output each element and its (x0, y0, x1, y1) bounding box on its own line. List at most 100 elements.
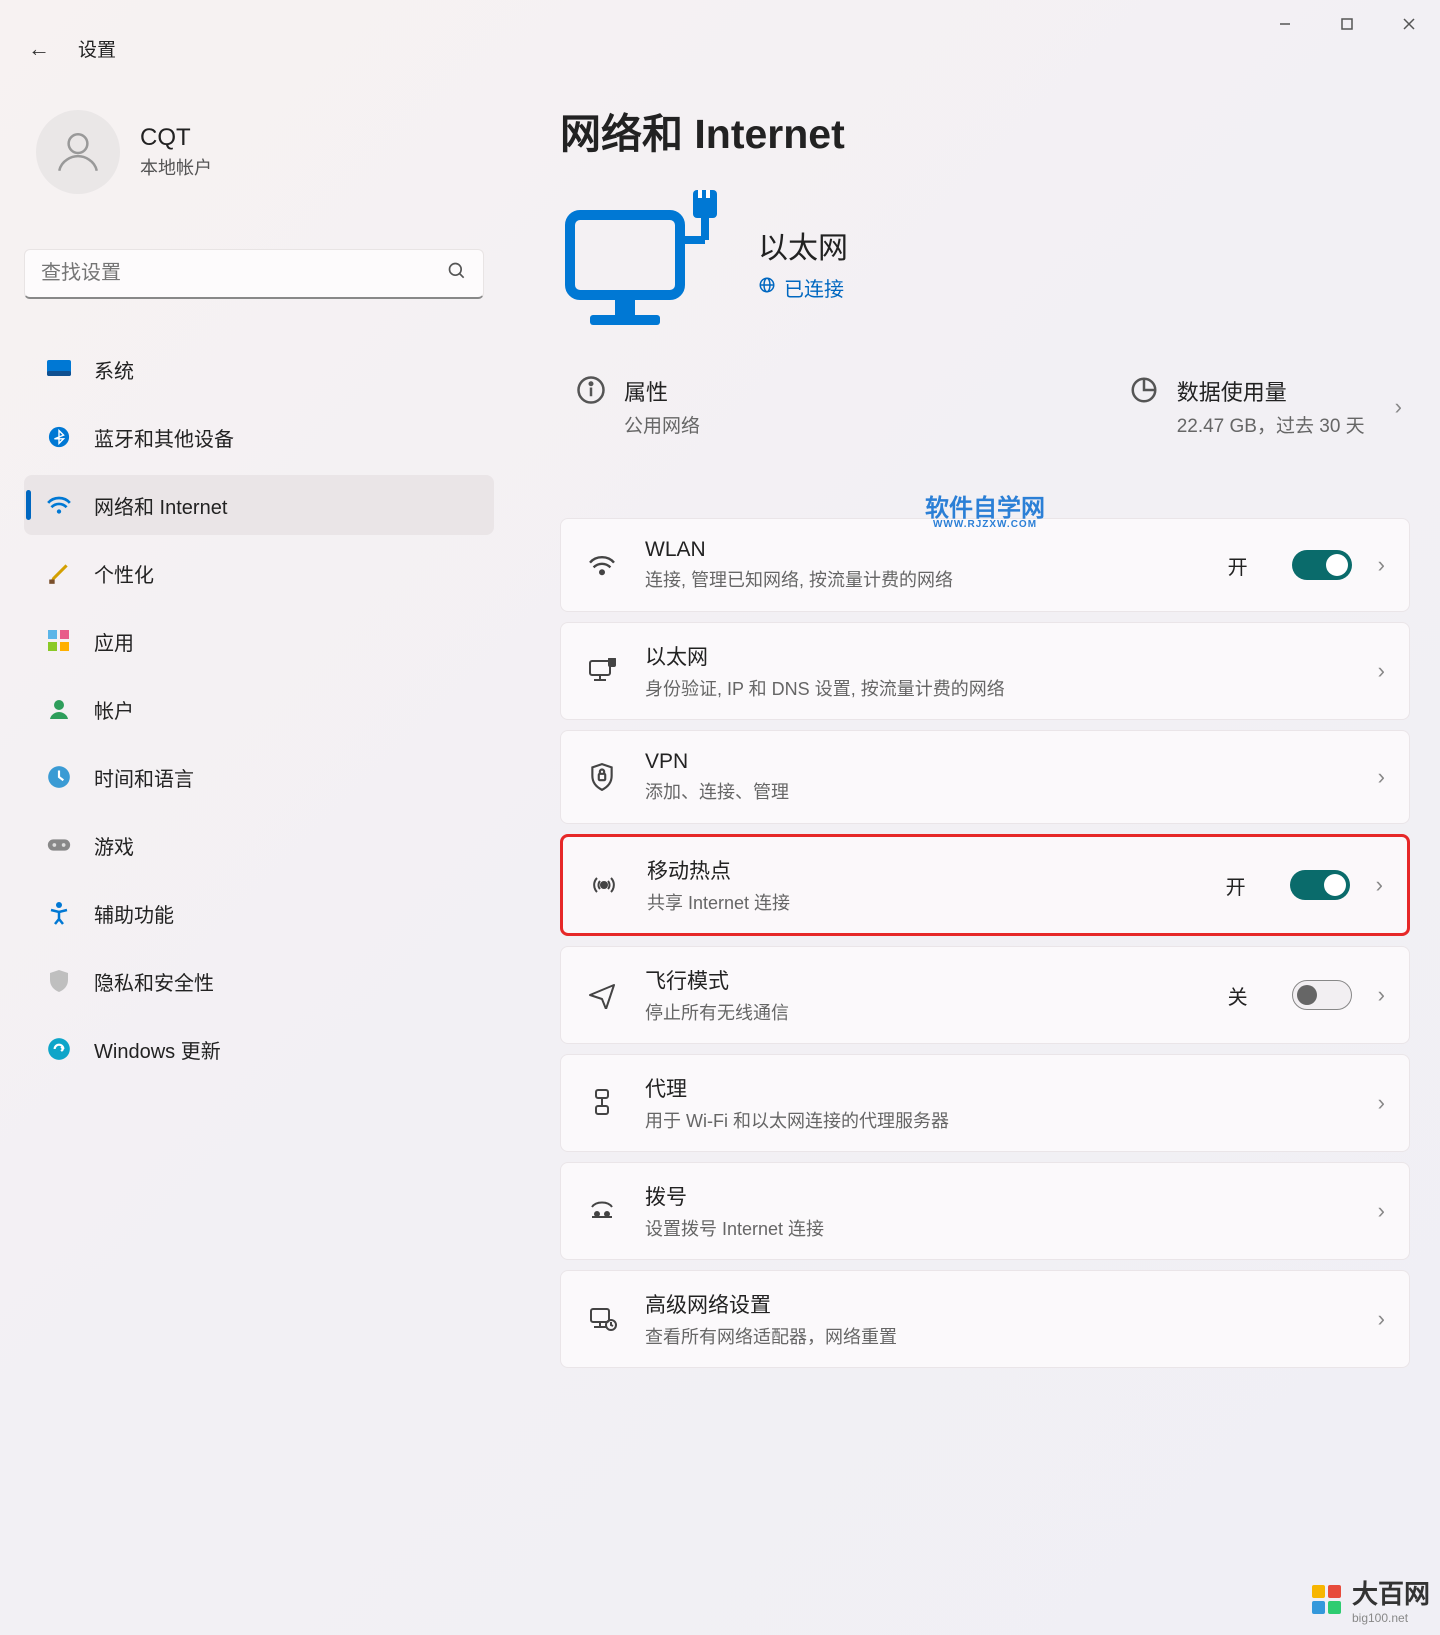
nav-system[interactable]: 系统 (24, 339, 494, 399)
avatar (36, 110, 120, 194)
chevron-right-icon: › (1378, 764, 1385, 790)
info-icon (576, 375, 606, 411)
toggle-state-label: 开 (1228, 551, 1248, 580)
watermark: 软件自学网 WWW.RJZXW.COM (560, 488, 1410, 530)
chevron-right-icon: › (1378, 1198, 1385, 1224)
advanced-network-icon (585, 1305, 619, 1333)
card-title: 以太网 (645, 641, 1352, 671)
apps-icon (46, 628, 72, 654)
wlan-toggle[interactable] (1292, 550, 1352, 580)
pie-icon (1129, 375, 1159, 411)
nav-label: 隐私和安全性 (94, 967, 214, 996)
minimize-button[interactable] (1254, 0, 1316, 48)
usage-title: 数据使用量 (1177, 375, 1365, 407)
search-box[interactable] (24, 249, 484, 299)
update-icon (46, 1036, 72, 1062)
card-title: WLAN (645, 538, 1202, 562)
search-icon (447, 261, 467, 287)
shield-icon (46, 968, 72, 994)
chevron-right-icon: › (1378, 658, 1385, 684)
card-sub: 共享 Internet 连接 (647, 889, 1200, 915)
chevron-right-icon: › (1378, 552, 1385, 578)
sidebar: CQT 本地帐户 系统 蓝牙和其他设备 网络和 Internet 个性化 应用 … (24, 110, 494, 1087)
nav-label: Windows 更新 (94, 1035, 221, 1064)
back-button[interactable]: ← (28, 36, 50, 62)
nav-time-language[interactable]: 时间和语言 (24, 747, 494, 807)
user-name: CQT (140, 124, 212, 152)
nav-accessibility[interactable]: 辅助功能 (24, 883, 494, 943)
system-icon (46, 356, 72, 382)
card-sub: 连接, 管理已知网络, 按流量计费的网络 (645, 566, 1202, 592)
user-block[interactable]: CQT 本地帐户 (24, 110, 494, 194)
vpn-shield-icon (585, 762, 619, 792)
accessibility-icon (46, 900, 72, 926)
main-content: 网络和 Internet 以太网 已连接 (560, 100, 1410, 1378)
properties-row: 属性 公用网络 数据使用量 22.47 GB，过去 30 天 › (560, 375, 1410, 438)
brand-icon (1310, 1583, 1344, 1617)
card-title: VPN (645, 750, 1352, 774)
nav-accounts[interactable]: 帐户 (24, 679, 494, 739)
bluetooth-icon (46, 424, 72, 450)
chevron-right-icon: › (1395, 394, 1402, 420)
ethernet-icon (585, 658, 619, 684)
card-dialup[interactable]: 拨号 设置拨号 Internet 连接 › (560, 1162, 1410, 1260)
card-hotspot[interactable]: 移动热点 共享 Internet 连接 开 › (560, 834, 1410, 936)
card-sub: 设置拨号 Internet 连接 (645, 1215, 1352, 1241)
nav-network[interactable]: 网络和 Internet (24, 475, 494, 535)
brand-name: 大百网 (1352, 1579, 1430, 1609)
card-advanced[interactable]: 高级网络设置 查看所有网络适配器，网络重置 › (560, 1270, 1410, 1368)
connection-status: 以太网 已连接 (560, 190, 1410, 335)
nav-label: 系统 (94, 355, 134, 384)
chevron-right-icon: › (1378, 1306, 1385, 1332)
page-title: 网络和 Internet (560, 100, 1410, 160)
wifi-icon (585, 553, 619, 577)
nav-label: 辅助功能 (94, 899, 174, 928)
nav-windows-update[interactable]: Windows 更新 (24, 1019, 494, 1079)
nav-apps[interactable]: 应用 (24, 611, 494, 671)
nav-label: 应用 (94, 627, 134, 656)
card-title: 代理 (645, 1073, 1352, 1103)
card-vpn[interactable]: VPN 添加、连接、管理 › (560, 730, 1410, 824)
card-title: 高级网络设置 (645, 1289, 1352, 1319)
footer-brand: 大百网 big100.net (1310, 1574, 1430, 1625)
nav-personalization[interactable]: 个性化 (24, 543, 494, 603)
usage-sub: 22.47 GB，过去 30 天 (1177, 411, 1365, 438)
card-title: 飞行模式 (645, 965, 1202, 995)
time-icon (46, 764, 72, 790)
globe-icon (758, 276, 776, 300)
nav-bluetooth[interactable]: 蓝牙和其他设备 (24, 407, 494, 467)
titlebar (0, 0, 1440, 48)
card-title: 拨号 (645, 1181, 1352, 1211)
card-ethernet[interactable]: 以太网 身份验证, IP 和 DNS 设置, 按流量计费的网络 › (560, 622, 1410, 720)
nav-gaming[interactable]: 游戏 (24, 815, 494, 875)
nav-label: 时间和语言 (94, 763, 194, 792)
nav-label: 个性化 (94, 559, 154, 588)
card-wlan[interactable]: WLAN 连接, 管理已知网络, 按流量计费的网络 开 › (560, 518, 1410, 612)
properties-link[interactable]: 属性 公用网络 (576, 375, 700, 438)
hotspot-toggle[interactable] (1290, 870, 1350, 900)
toggle-state-label: 开 (1226, 871, 1246, 900)
card-airplane[interactable]: 飞行模式 停止所有无线通信 关 › (560, 946, 1410, 1044)
nav-label: 网络和 Internet (94, 491, 227, 520)
wifi-icon (46, 492, 72, 518)
airplane-toggle[interactable] (1292, 980, 1352, 1010)
chevron-right-icon: › (1378, 982, 1385, 1008)
game-icon (46, 832, 72, 858)
app-title: 设置 (78, 35, 116, 62)
card-title: 移动热点 (647, 855, 1200, 885)
properties-sub: 公用网络 (624, 411, 700, 438)
data-usage-link[interactable]: 数据使用量 22.47 GB，过去 30 天 (1129, 375, 1365, 438)
header: ← 设置 (28, 35, 116, 62)
search-input[interactable] (41, 262, 447, 285)
nav-privacy[interactable]: 隐私和安全性 (24, 951, 494, 1011)
airplane-icon (585, 981, 619, 1009)
close-button[interactable] (1378, 0, 1440, 48)
card-sub: 身份验证, IP 和 DNS 设置, 按流量计费的网络 (645, 675, 1352, 701)
maximize-button[interactable] (1316, 0, 1378, 48)
card-sub: 停止所有无线通信 (645, 999, 1202, 1025)
hotspot-icon (587, 872, 621, 898)
connection-state: 已连接 (784, 273, 844, 302)
chevron-right-icon: › (1378, 1090, 1385, 1116)
card-proxy[interactable]: 代理 用于 Wi-Fi 和以太网连接的代理服务器 › (560, 1054, 1410, 1152)
user-account-type: 本地帐户 (140, 154, 212, 180)
